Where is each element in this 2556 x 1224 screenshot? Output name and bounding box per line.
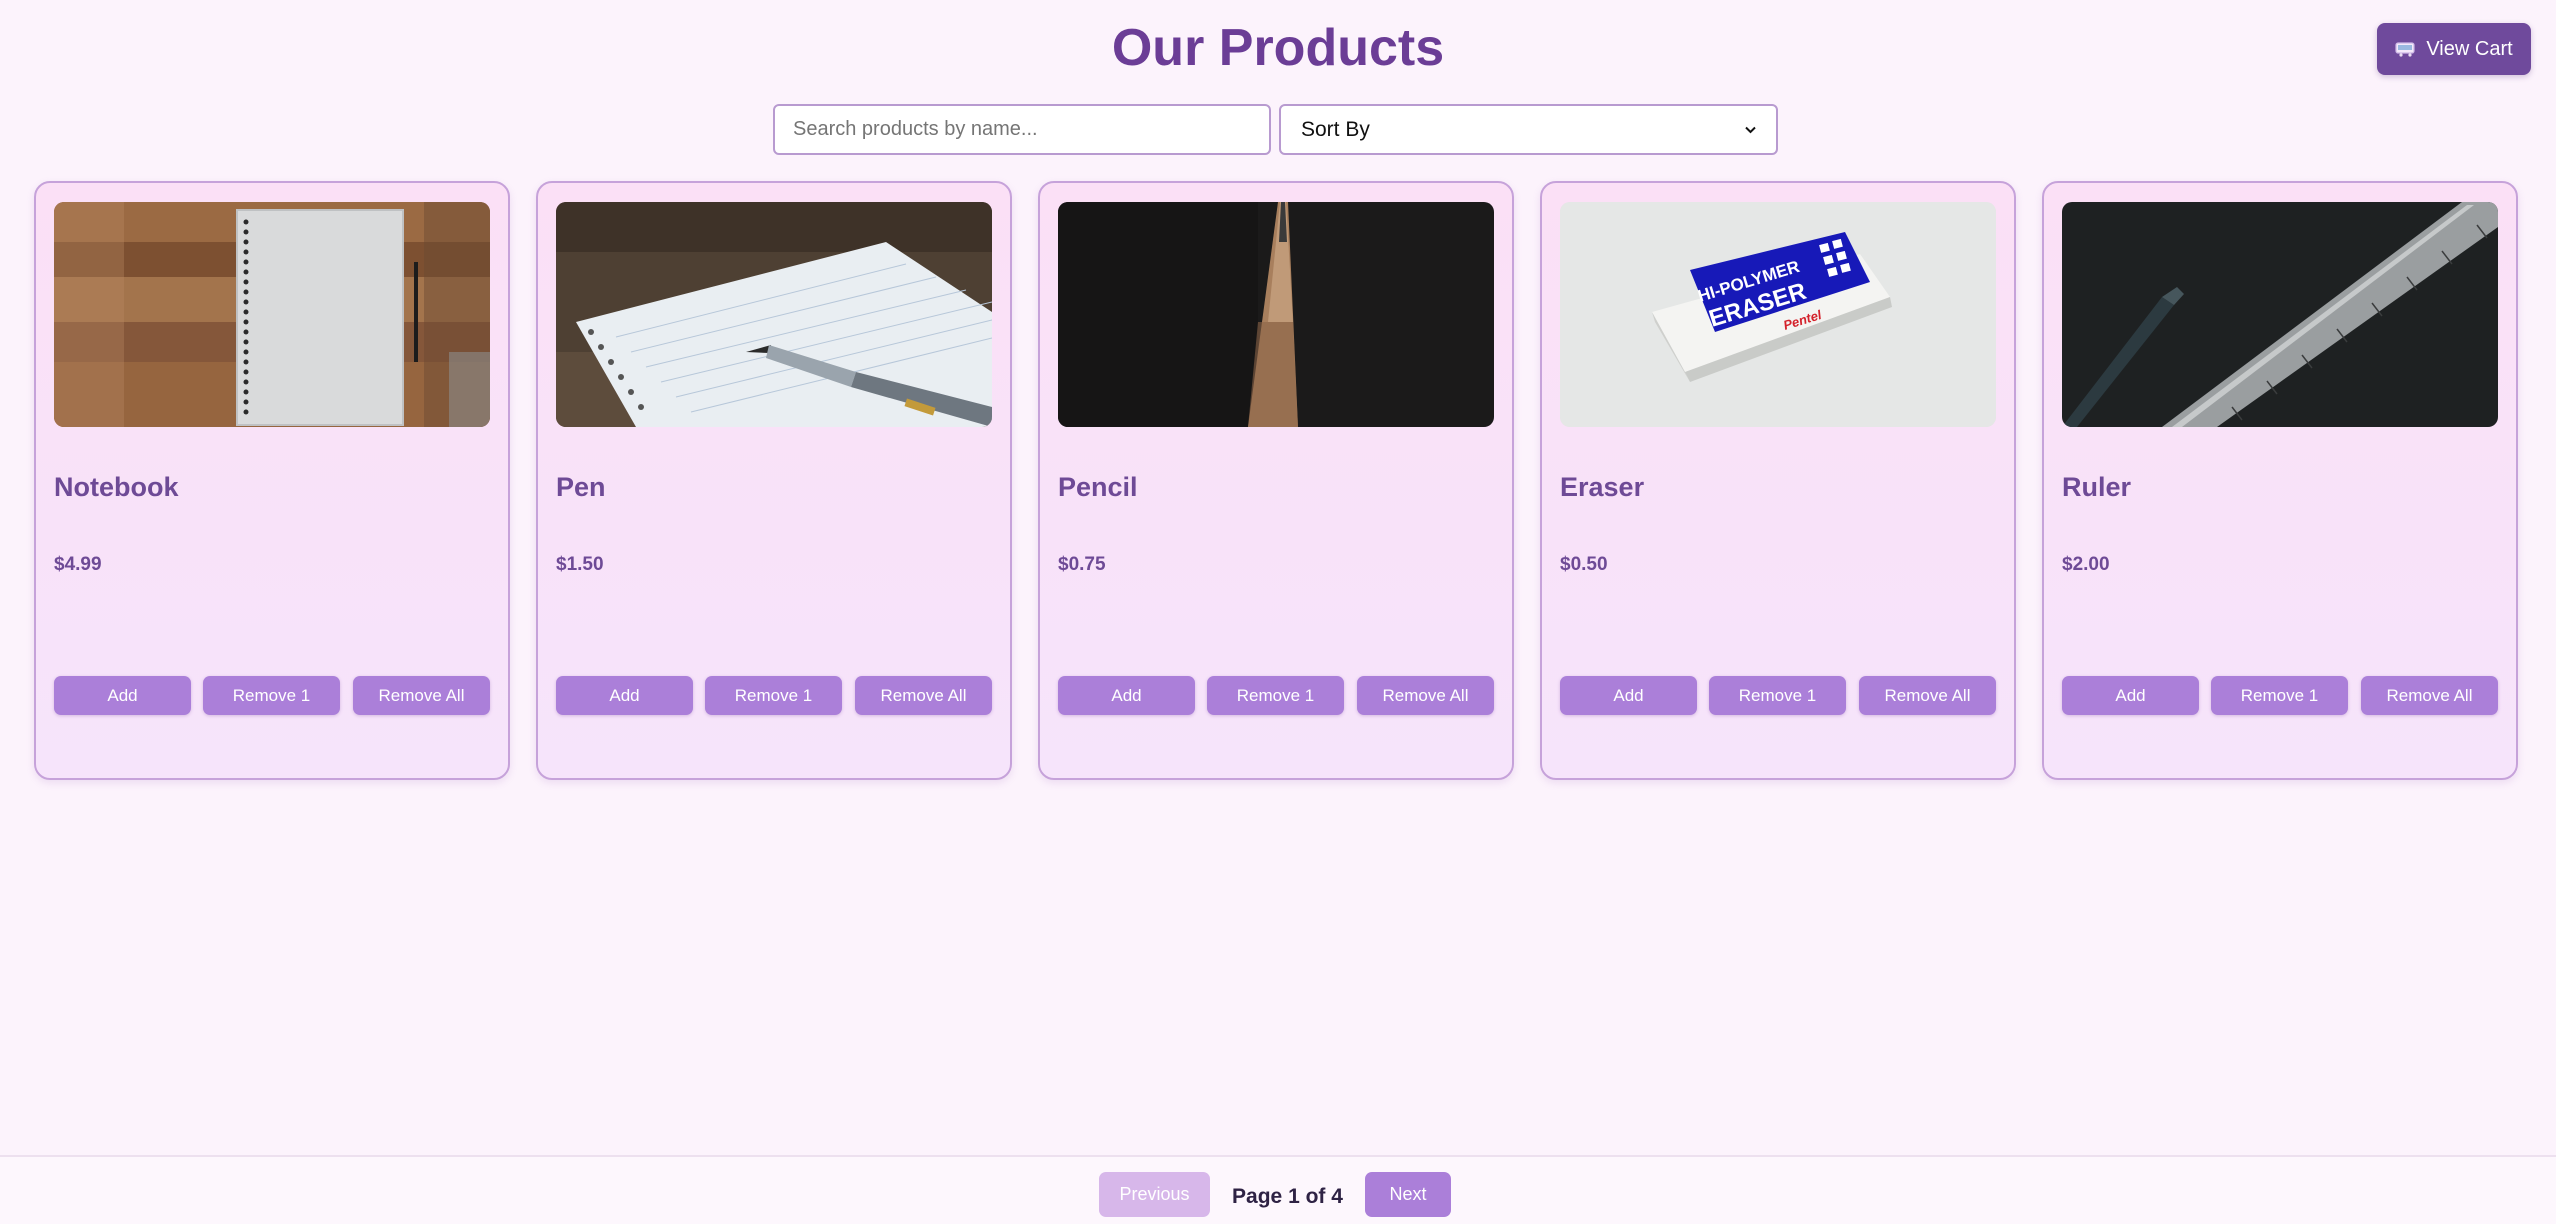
product-card: Pen $1.50 Add Remove 1 Remove All	[536, 181, 1012, 780]
sort-selected-value: Sort By	[1301, 117, 1370, 141]
add-button[interactable]: Add	[556, 676, 693, 715]
product-price: $1.50	[556, 554, 604, 575]
product-name: Notebook	[54, 472, 179, 502]
add-button[interactable]: Add	[2062, 676, 2199, 715]
eraser-image: HI-POLYMER ERASER Pentel	[1560, 202, 1996, 427]
remove-one-button[interactable]: Remove 1	[1207, 676, 1344, 715]
search-input[interactable]	[773, 104, 1271, 155]
product-card: Pencil $0.75 Add Remove 1 Remove All	[1038, 181, 1514, 780]
view-cart-button[interactable]: View Cart	[2377, 23, 2531, 75]
product-card: Notebook $4.99 Add Remove 1 Remove All	[34, 181, 510, 780]
sort-select[interactable]: Sort By	[1279, 104, 1778, 155]
chevron-down-icon	[1745, 126, 1756, 133]
remove-all-button[interactable]: Remove All	[855, 676, 992, 715]
product-price: $2.00	[2062, 554, 2110, 575]
product-name: Pen	[556, 472, 606, 502]
remove-one-button[interactable]: Remove 1	[203, 676, 340, 715]
ruler-image	[2062, 202, 2498, 427]
product-name: Pencil	[1058, 472, 1138, 502]
page-title: Our Products	[1111, 19, 1445, 77]
remove-all-button[interactable]: Remove All	[1859, 676, 1996, 715]
remove-one-button[interactable]: Remove 1	[1709, 676, 1846, 715]
add-button[interactable]: Add	[1058, 676, 1195, 715]
add-button[interactable]: Add	[1560, 676, 1697, 715]
remove-all-button[interactable]: Remove All	[2361, 676, 2498, 715]
pencil-image	[1058, 202, 1494, 427]
view-cart-label: View Cart	[2426, 37, 2513, 60]
product-card: HI-POLYMER ERASER Pentel Eraser $0.50 Ad…	[1540, 181, 2016, 780]
pagination-bar: Previous Page 1 of 4 Next	[0, 1155, 2556, 1224]
remove-all-button[interactable]: Remove All	[353, 676, 490, 715]
product-price: $0.75	[1058, 554, 1106, 575]
pen-image	[556, 202, 992, 427]
remove-one-button[interactable]: Remove 1	[2211, 676, 2348, 715]
previous-page-button[interactable]: Previous	[1099, 1172, 1210, 1217]
product-price: $0.50	[1560, 554, 1608, 575]
next-page-button[interactable]: Next	[1365, 1172, 1451, 1217]
cart-icon	[2395, 42, 2415, 57]
notebook-image	[54, 202, 490, 427]
remove-all-button[interactable]: Remove All	[1357, 676, 1494, 715]
product-price: $4.99	[54, 554, 102, 575]
product-name: Eraser	[1560, 472, 1645, 502]
remove-one-button[interactable]: Remove 1	[705, 676, 842, 715]
product-card: Ruler $2.00 Add Remove 1 Remove All	[2042, 181, 2518, 780]
add-button[interactable]: Add	[54, 676, 191, 715]
product-name: Ruler	[2062, 472, 2132, 502]
page-indicator: Page 1 of 4	[1232, 1185, 1343, 1208]
